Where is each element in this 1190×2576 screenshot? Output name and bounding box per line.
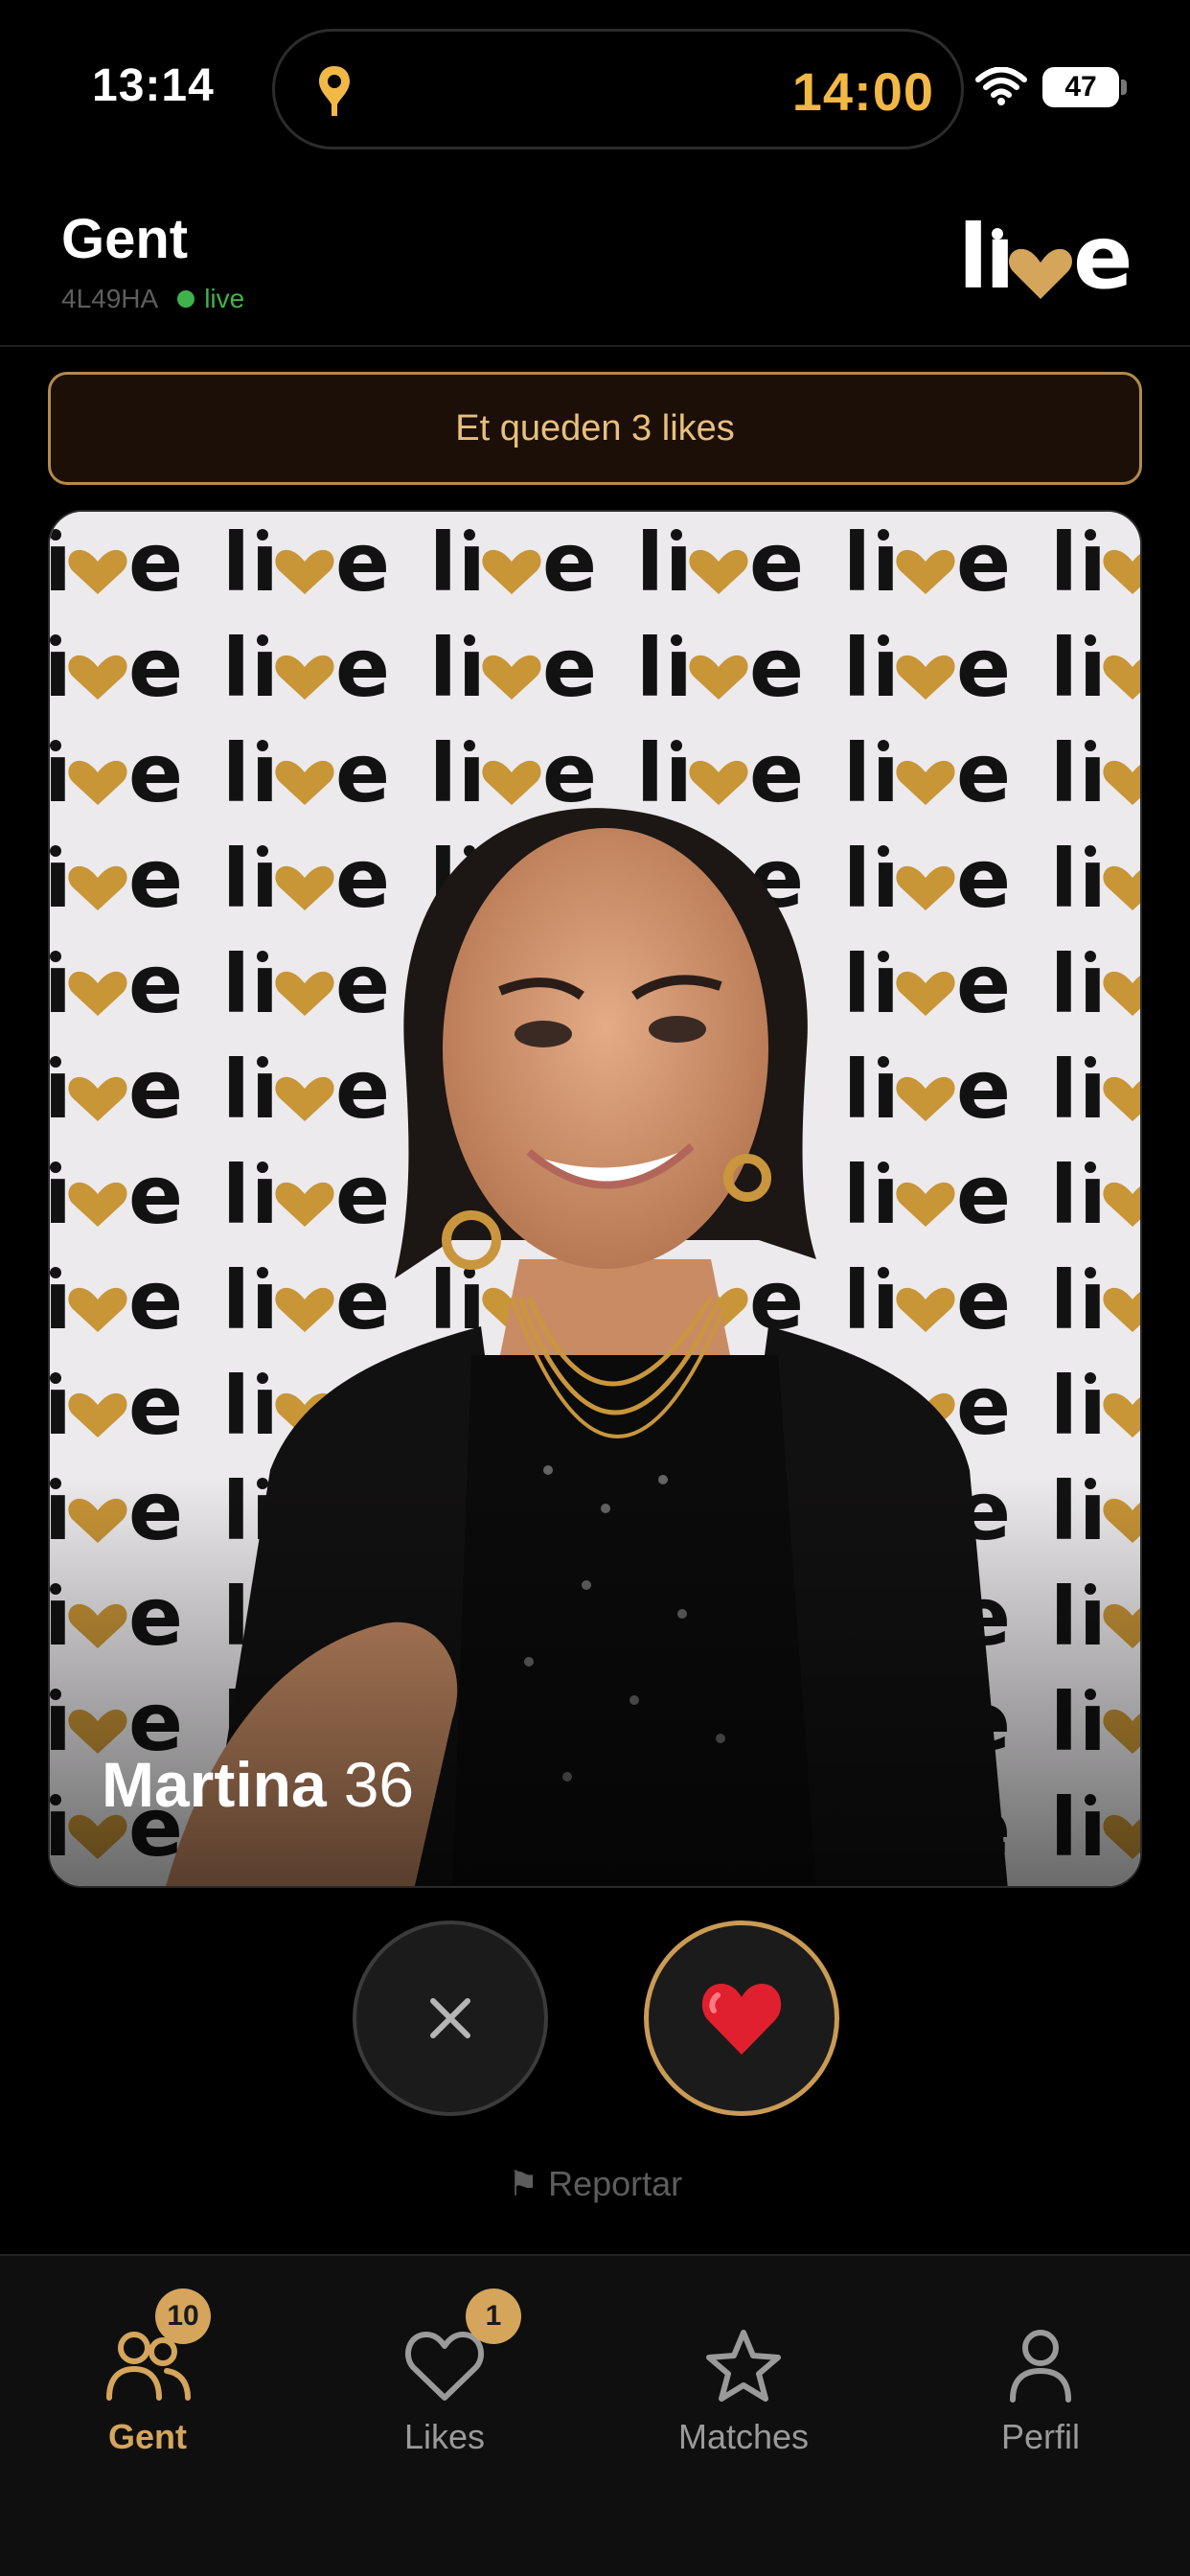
star-icon [706, 2330, 781, 2402]
profile-first-name: Martina [102, 1749, 327, 1820]
svg-text:l: l [958, 213, 989, 309]
battery-indicator: 47 [1042, 67, 1119, 107]
profile-name: Martina 36 [102, 1748, 414, 1821]
live-dot-icon [177, 290, 195, 308]
bottom-nav: 10 Gent 1 Likes Matches Perfil [0, 2254, 1190, 2576]
page-title: Gent [61, 208, 189, 270]
profile-age: 36 [343, 1749, 415, 1820]
pass-button[interactable] [353, 1920, 548, 2116]
likes-remaining-banner: Et queden 3 likes [48, 372, 1142, 485]
wifi-icon [975, 67, 1027, 105]
island-timer: 14:00 [791, 61, 934, 122]
close-icon [430, 1998, 470, 2038]
session-info: 4L49HA live [61, 284, 244, 314]
nav-item-gent[interactable]: 10 Gent [33, 2288, 263, 2457]
live-status: live [204, 284, 245, 313]
location-pin-icon [319, 66, 350, 116]
status-time: 13:14 [92, 60, 215, 111]
nav-item-likes[interactable]: 1 Likes [330, 2288, 560, 2457]
header-divider [0, 345, 1190, 347]
session-code: 4L49HA [61, 284, 159, 313]
profile-photo: l ı e [50, 512, 1140, 1886]
brand-logo: l ı e [958, 213, 1131, 309]
nav-badge-gent: 10 [155, 2288, 211, 2344]
svg-text:e: e [1073, 213, 1131, 309]
heart-outline-icon [405, 2332, 484, 2401]
report-link[interactable]: ⚑ Reportar [0, 2164, 1190, 2204]
heart-icon [701, 1984, 782, 2055]
battery-nub [1121, 80, 1127, 95]
nav-item-matches[interactable]: Matches [629, 2288, 858, 2457]
nav-badge-likes: 1 [466, 2288, 521, 2344]
nav-label-matches: Matches [677, 2417, 810, 2456]
nav-label-likes: Likes [403, 2417, 486, 2456]
profile-card[interactable]: l ı e [48, 510, 1142, 1888]
like-button[interactable] [644, 1920, 839, 2116]
nav-label-gent: Gent [107, 2417, 187, 2456]
nav-item-perfil[interactable]: Perfil [926, 2288, 1156, 2457]
person-icon [1010, 2330, 1071, 2403]
nav-label-perfil: Perfil [1000, 2417, 1081, 2456]
dynamic-island[interactable]: 14:00 [272, 29, 964, 150]
